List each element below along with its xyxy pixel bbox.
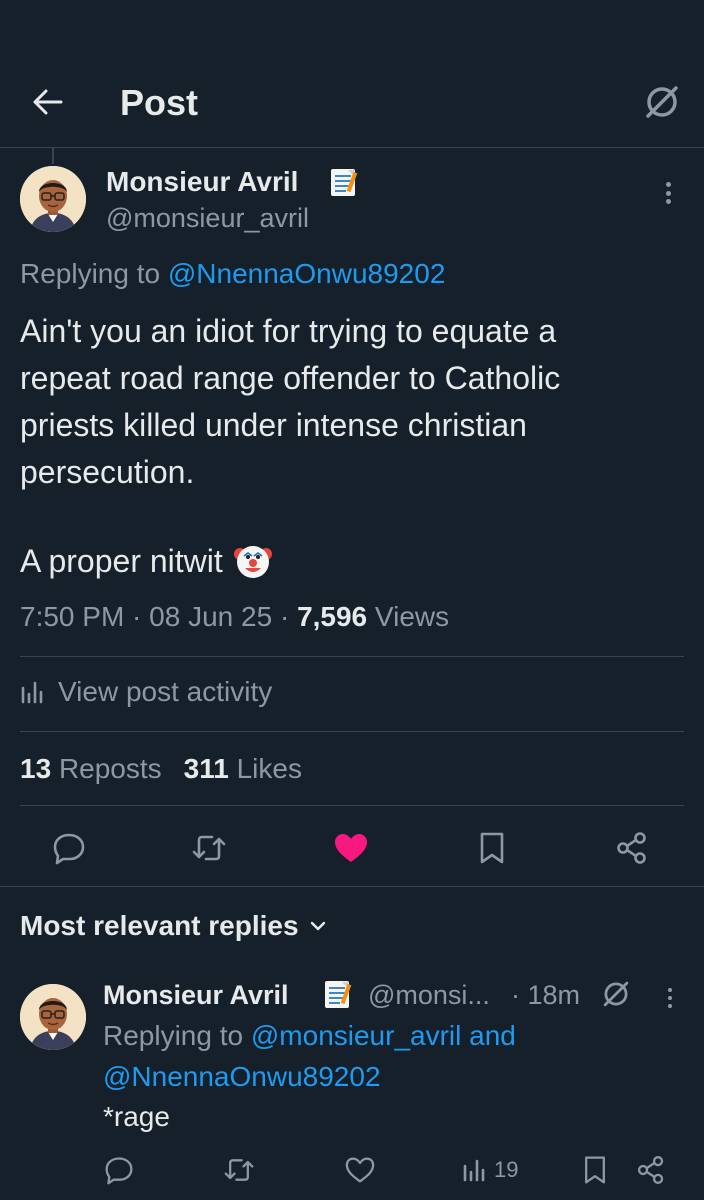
reposts-label: Reposts xyxy=(58,753,162,784)
reply-bookmark-button[interactable] xyxy=(582,1152,608,1188)
post-metadata: 7:50 PM · 08 Jun 25 · 7,596 Views xyxy=(20,601,450,632)
grok-icon xyxy=(646,86,678,118)
replying-and[interactable]: and xyxy=(469,1020,516,1051)
reply-author-handle[interactable]: @monsi... xyxy=(368,980,490,1011)
reply-button[interactable] xyxy=(49,828,89,868)
grok-button[interactable] xyxy=(640,80,684,124)
view-post-activity-link[interactable]: View post activity xyxy=(20,676,272,708)
divider xyxy=(20,805,684,806)
memo-emoji-icon xyxy=(322,978,352,1010)
reply-author-name[interactable]: Monsieur Avril xyxy=(103,980,289,1011)
likes-label: Likes xyxy=(236,753,302,784)
divider xyxy=(20,731,684,732)
back-button[interactable] xyxy=(28,84,68,120)
grok-button[interactable] xyxy=(602,980,630,1008)
avatar-image xyxy=(20,166,86,232)
more-dots-icon xyxy=(668,988,672,992)
avatar-image xyxy=(20,984,86,1050)
analytics-icon xyxy=(463,1159,485,1182)
bookmark-icon xyxy=(585,1156,605,1184)
divider xyxy=(20,656,684,657)
reply-views-count: 19 xyxy=(494,1157,519,1182)
likes-count: 311 xyxy=(183,753,229,784)
thread-connector xyxy=(52,148,54,164)
grok-icon xyxy=(603,981,629,1007)
replying-to: Replying to @NnennaOnwu89202 xyxy=(20,258,445,290)
post-time: 7:50 PM xyxy=(20,601,125,632)
post-text: Ain't you an idiot for trying to equate … xyxy=(20,313,561,490)
reply-repost-button[interactable] xyxy=(222,1152,256,1188)
reply-icon xyxy=(105,1157,133,1185)
top-bar: Post xyxy=(0,0,704,148)
engagement-stats: 13 Reposts 311 Likes xyxy=(20,753,302,785)
share-button[interactable] xyxy=(612,828,652,868)
reply-time: · 18m xyxy=(511,980,581,1010)
bookmark-button[interactable] xyxy=(472,828,512,868)
activity-label: View post activity xyxy=(58,676,273,707)
avatar[interactable] xyxy=(20,166,86,232)
reposts-count: 13 xyxy=(20,753,52,784)
replying-to-handle[interactable]: @NnennaOnwu89202 xyxy=(103,1061,381,1092)
reply-reply-button[interactable] xyxy=(104,1152,134,1188)
likes-stat[interactable]: 311 Likes xyxy=(184,753,302,785)
reply-text: *rage xyxy=(103,1101,170,1132)
author-handle[interactable]: @monsieur_avril xyxy=(106,203,309,234)
reply-replying-to: Replying to @monsieur_avril and @NnennaO… xyxy=(103,1015,663,1097)
repost-icon xyxy=(224,1159,254,1181)
action-bar xyxy=(0,820,704,872)
replying-prefix: Replying to xyxy=(103,1020,244,1051)
heart-icon xyxy=(335,834,367,862)
closing-text: A proper nitwit xyxy=(20,542,223,579)
views-count: 7,596 xyxy=(297,601,368,632)
reply-like-button[interactable] xyxy=(344,1152,376,1188)
reply-avatar[interactable] xyxy=(20,984,86,1050)
share-icon xyxy=(617,832,646,864)
like-button[interactable] xyxy=(331,828,371,868)
reply-views-button[interactable]: 19 xyxy=(462,1152,518,1188)
replies-sort-label: Most relevant replies xyxy=(20,910,299,941)
replying-to-handle[interactable]: @monsieur_avril xyxy=(251,1020,462,1051)
reply-action-bar: 19 xyxy=(0,1146,704,1190)
back-arrow-icon xyxy=(33,89,63,115)
replying-prefix: Replying to xyxy=(20,258,161,289)
section-divider xyxy=(0,886,704,887)
reply-share-button[interactable] xyxy=(636,1152,666,1188)
heart-icon xyxy=(345,1157,375,1183)
replying-to-handle[interactable]: @NnennaOnwu89202 xyxy=(168,258,446,289)
repost-button[interactable] xyxy=(189,828,229,868)
more-options-button[interactable] xyxy=(656,178,680,208)
replies-sort-dropdown[interactable]: Most relevant replies xyxy=(20,910,327,942)
more-dots-icon xyxy=(665,182,671,187)
bookmark-icon xyxy=(480,832,504,864)
memo-emoji-icon xyxy=(328,166,358,198)
share-icon xyxy=(637,1156,664,1184)
views-label: Views xyxy=(374,601,450,632)
author-name[interactable]: Monsieur Avril xyxy=(106,166,298,198)
page-title: Post xyxy=(120,82,199,123)
reposts-stat[interactable]: 13 Reposts xyxy=(20,753,162,785)
reply-more-options-button[interactable] xyxy=(660,986,680,1010)
post-date: 08 Jun 25 xyxy=(149,601,273,632)
analytics-icon xyxy=(21,681,43,704)
clown-emoji-icon xyxy=(233,546,272,578)
chevron-down-icon xyxy=(310,921,325,931)
repost-icon xyxy=(192,835,226,861)
post-text-closing: A proper nitwit xyxy=(20,541,273,581)
reply-icon xyxy=(53,833,85,865)
